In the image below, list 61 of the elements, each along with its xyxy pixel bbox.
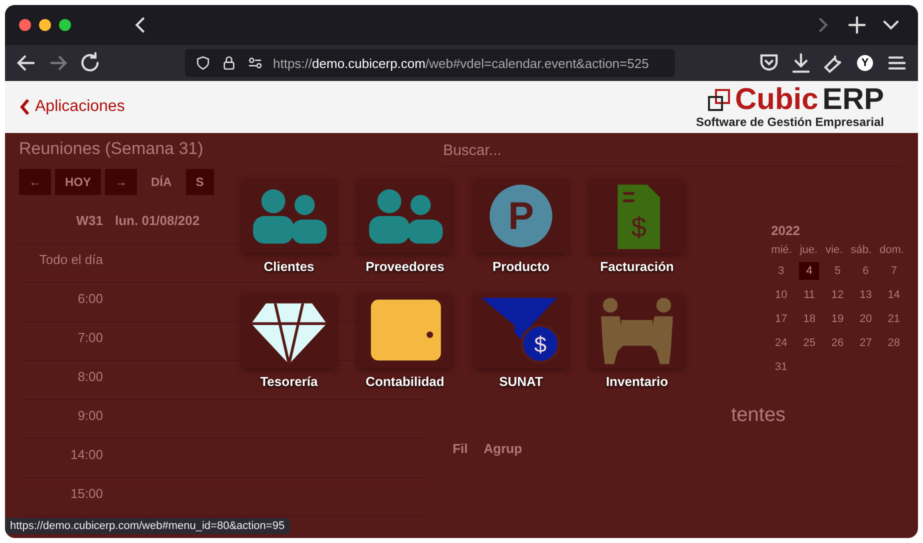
hour-label: 7:00 bbox=[19, 322, 109, 361]
day-cell[interactable]: 20 bbox=[856, 310, 876, 328]
all-day-label: Todo el día bbox=[19, 244, 109, 283]
day-cell[interactable]: 26 bbox=[827, 334, 848, 352]
nav-button[interactable]: HOY bbox=[55, 169, 102, 195]
weekday-label: vie. bbox=[826, 244, 843, 256]
day-cell[interactable]: 12 bbox=[827, 286, 848, 304]
logo-suffix: ERP bbox=[822, 85, 884, 115]
day-cell[interactable]: 19 bbox=[827, 310, 848, 328]
account-avatar[interactable]: Y bbox=[857, 55, 873, 71]
filter-label[interactable]: Fil bbox=[452, 441, 468, 456]
view-button[interactable]: S bbox=[186, 169, 214, 195]
day-cell[interactable]: 24 bbox=[771, 334, 792, 352]
day-cell[interactable]: 5 bbox=[827, 262, 848, 280]
address-bar[interactable]: https://demo.cubicerp.com/web#vdel=calendar.event&action=525 bbox=[185, 49, 675, 77]
back-link[interactable]: Aplicaciones bbox=[19, 98, 125, 116]
weekday-label: dom. bbox=[880, 244, 904, 256]
day-cell[interactable]: 21 bbox=[884, 310, 904, 328]
weekday-label: mié. bbox=[771, 244, 792, 256]
day-cell[interactable]: 31 bbox=[771, 358, 792, 376]
week-number: W31 bbox=[19, 205, 109, 244]
day-cell[interactable]: 6 bbox=[856, 262, 876, 280]
filter-label[interactable]: Agrup bbox=[484, 441, 522, 456]
day-cell[interactable]: 7 bbox=[884, 262, 904, 280]
day-cell[interactable]: 3 bbox=[771, 262, 792, 280]
weekday-label: sáb. bbox=[850, 244, 872, 256]
day-cell[interactable]: 11 bbox=[799, 286, 820, 304]
url-text: https://demo.cubicerp.com/web#vdel=calendar.event&action=525 bbox=[273, 56, 649, 70]
hour-label: 14:00 bbox=[19, 439, 109, 478]
day-cell[interactable]: 14 bbox=[884, 286, 904, 304]
hour-label: 9:00 bbox=[19, 400, 109, 439]
weekday-label: jue. bbox=[800, 244, 818, 256]
hour-label: 15:00 bbox=[19, 478, 109, 517]
lock-icon bbox=[221, 55, 237, 71]
month-label: 2022 bbox=[771, 223, 800, 238]
calendar-title: Reuniones (Semana 31) bbox=[19, 139, 204, 159]
sliders-icon bbox=[247, 55, 263, 71]
shield-icon bbox=[195, 55, 211, 71]
nav-button[interactable]: → bbox=[105, 169, 138, 195]
hour-label: 6:00 bbox=[19, 283, 109, 322]
chevron-left-icon bbox=[19, 98, 31, 116]
day-cell[interactable]: 10 bbox=[771, 286, 792, 304]
close-window-button[interactable] bbox=[19, 19, 31, 31]
cube-logo-icon bbox=[706, 88, 731, 112]
logo-brand: Cubic bbox=[734, 85, 818, 115]
day-cell[interactable]: 25 bbox=[799, 334, 820, 352]
nav-button[interactable]: ← bbox=[19, 169, 51, 195]
search-field[interactable]: Buscar... bbox=[441, 141, 904, 160]
hour-label: 8:00 bbox=[19, 361, 109, 400]
status-url: https://demo.cubicerp.com/web#menu_id=80&action=95 bbox=[5, 518, 290, 534]
view-button[interactable]: DÍA bbox=[141, 169, 182, 195]
day-cell[interactable]: 4 bbox=[799, 262, 820, 280]
logo-subtitle: Software de Gestión Empresarial bbox=[696, 115, 884, 129]
day-cell[interactable]: 13 bbox=[856, 286, 876, 304]
minimize-window-button[interactable] bbox=[39, 19, 51, 31]
day-cell[interactable]: 27 bbox=[856, 334, 876, 352]
section-heading: tentes bbox=[730, 404, 787, 427]
maximize-window-button[interactable] bbox=[59, 19, 71, 31]
day-cell[interactable]: 17 bbox=[771, 310, 792, 328]
day-cell[interactable]: 18 bbox=[799, 310, 820, 328]
day-cell[interactable]: 28 bbox=[884, 334, 904, 352]
